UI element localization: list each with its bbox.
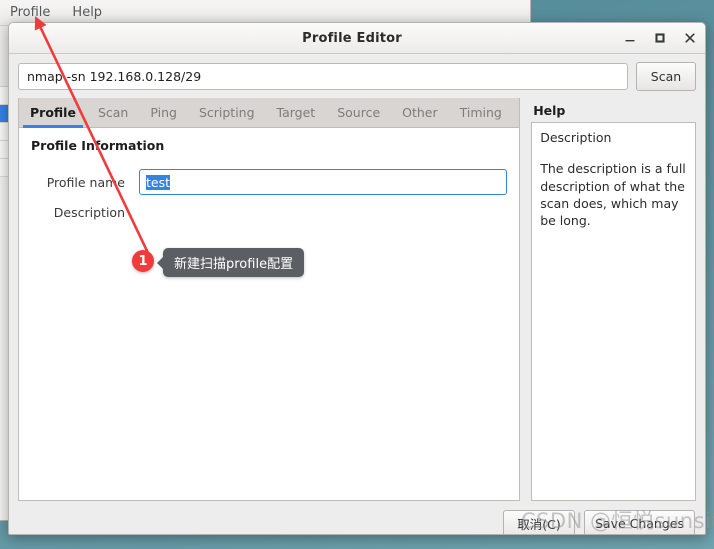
profile-name-input[interactable] xyxy=(139,169,508,195)
minimize-button[interactable] xyxy=(615,23,645,53)
profile-tab-page: Profile Information Profile name Descrip… xyxy=(19,128,520,500)
tab-ping[interactable]: Ping xyxy=(139,98,188,127)
menu-item-profile[interactable]: Profile xyxy=(10,5,50,20)
help-title: Help xyxy=(533,103,566,118)
tab-source[interactable]: Source xyxy=(326,98,391,127)
tab-strip: Profile Scan Ping Scripting Target Sourc… xyxy=(19,98,520,128)
command-input[interactable] xyxy=(18,63,628,90)
tab-target[interactable]: Target xyxy=(266,98,327,127)
menu-item-help[interactable]: Help xyxy=(72,5,102,20)
command-bar: Scan xyxy=(9,54,705,98)
title-bar[interactable]: Profile Editor xyxy=(9,23,705,54)
cancel-button[interactable]: 取消(C) xyxy=(502,509,575,534)
window-title: Profile Editor xyxy=(302,30,402,46)
scan-button[interactable]: Scan xyxy=(636,62,696,91)
tab-scripting[interactable]: Scripting xyxy=(188,98,266,127)
profile-editor-window: Profile Editor Scan Profile Scan xyxy=(8,22,706,535)
description-label: Description xyxy=(53,205,125,220)
help-panel: Help Description The description is a fu… xyxy=(531,98,696,501)
help-body: Description The description is a full de… xyxy=(531,122,696,501)
help-subtitle: Description xyxy=(540,130,612,145)
tab-scan[interactable]: Scan xyxy=(87,98,139,127)
settings-notebook: Profile Scan Ping Scripting Target Sourc… xyxy=(18,98,521,501)
maximize-button[interactable] xyxy=(645,23,675,53)
description-row: Description xyxy=(31,205,507,220)
profile-name-row: Profile name xyxy=(31,169,508,195)
dialog-footer: 取消(C) Save Changes xyxy=(9,501,705,534)
save-changes-button[interactable]: Save Changes xyxy=(583,509,695,534)
tab-other[interactable]: Other xyxy=(391,98,449,127)
tab-profile[interactable]: Profile xyxy=(19,98,87,128)
section-heading: Profile Information xyxy=(31,138,165,153)
profile-name-label: Profile name xyxy=(46,174,125,190)
tab-timing[interactable]: Timing xyxy=(449,98,513,127)
dialog-body: Profile Scan Ping Scripting Target Sourc… xyxy=(9,98,705,501)
help-text: The description is a full description of… xyxy=(540,161,686,228)
close-button[interactable] xyxy=(675,23,705,53)
